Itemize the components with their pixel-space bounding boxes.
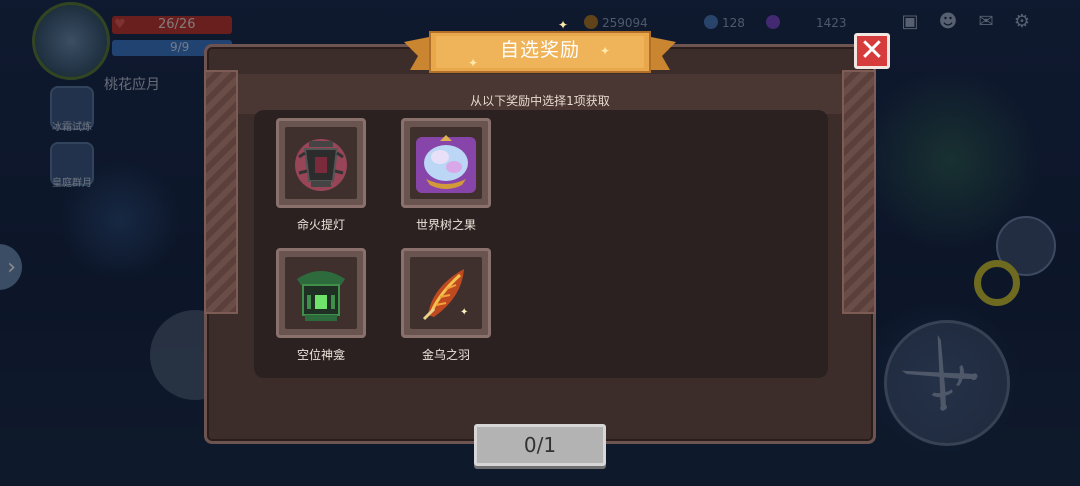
sparkle-icon: ✦ bbox=[600, 44, 611, 58]
instruction-text: 从以下奖励中选择1项获取 bbox=[470, 94, 610, 108]
reward-item-shrine[interactable] bbox=[276, 248, 366, 338]
item-slot bbox=[410, 127, 482, 199]
sparkle-icon: ✦ bbox=[558, 18, 569, 32]
close-icon: ✕ bbox=[859, 33, 885, 68]
close-button[interactable]: ✕ bbox=[854, 33, 890, 69]
reward-item-label: 世界树之果 bbox=[415, 218, 476, 232]
feather-icon: ✦ bbox=[422, 269, 468, 321]
dialog-title: 自选奖励 bbox=[499, 39, 580, 61]
selection-counter-button[interactable]: 0/1 bbox=[474, 424, 606, 466]
reward-item-feather[interactable]: ✦ bbox=[401, 248, 491, 338]
reward-item-label: 空位神龛 bbox=[296, 348, 345, 362]
right-pillar-decoration bbox=[842, 70, 876, 314]
reward-item-lantern[interactable] bbox=[276, 118, 366, 208]
item-slot bbox=[285, 127, 357, 199]
reward-item-fruit[interactable] bbox=[401, 118, 491, 208]
item-slot: ✦ bbox=[410, 257, 482, 329]
fruit-icon bbox=[416, 135, 476, 193]
reward-item-label: 命火提灯 bbox=[296, 218, 345, 232]
item-slot bbox=[285, 257, 357, 329]
svg-text:✦: ✦ bbox=[460, 307, 468, 318]
shrine-icon bbox=[297, 271, 345, 321]
sparkle-icon: ✦ bbox=[468, 56, 479, 70]
left-pillar-decoration bbox=[204, 70, 238, 314]
reward-item-label: 金乌之羽 bbox=[421, 348, 470, 362]
lantern-icon bbox=[295, 139, 347, 191]
